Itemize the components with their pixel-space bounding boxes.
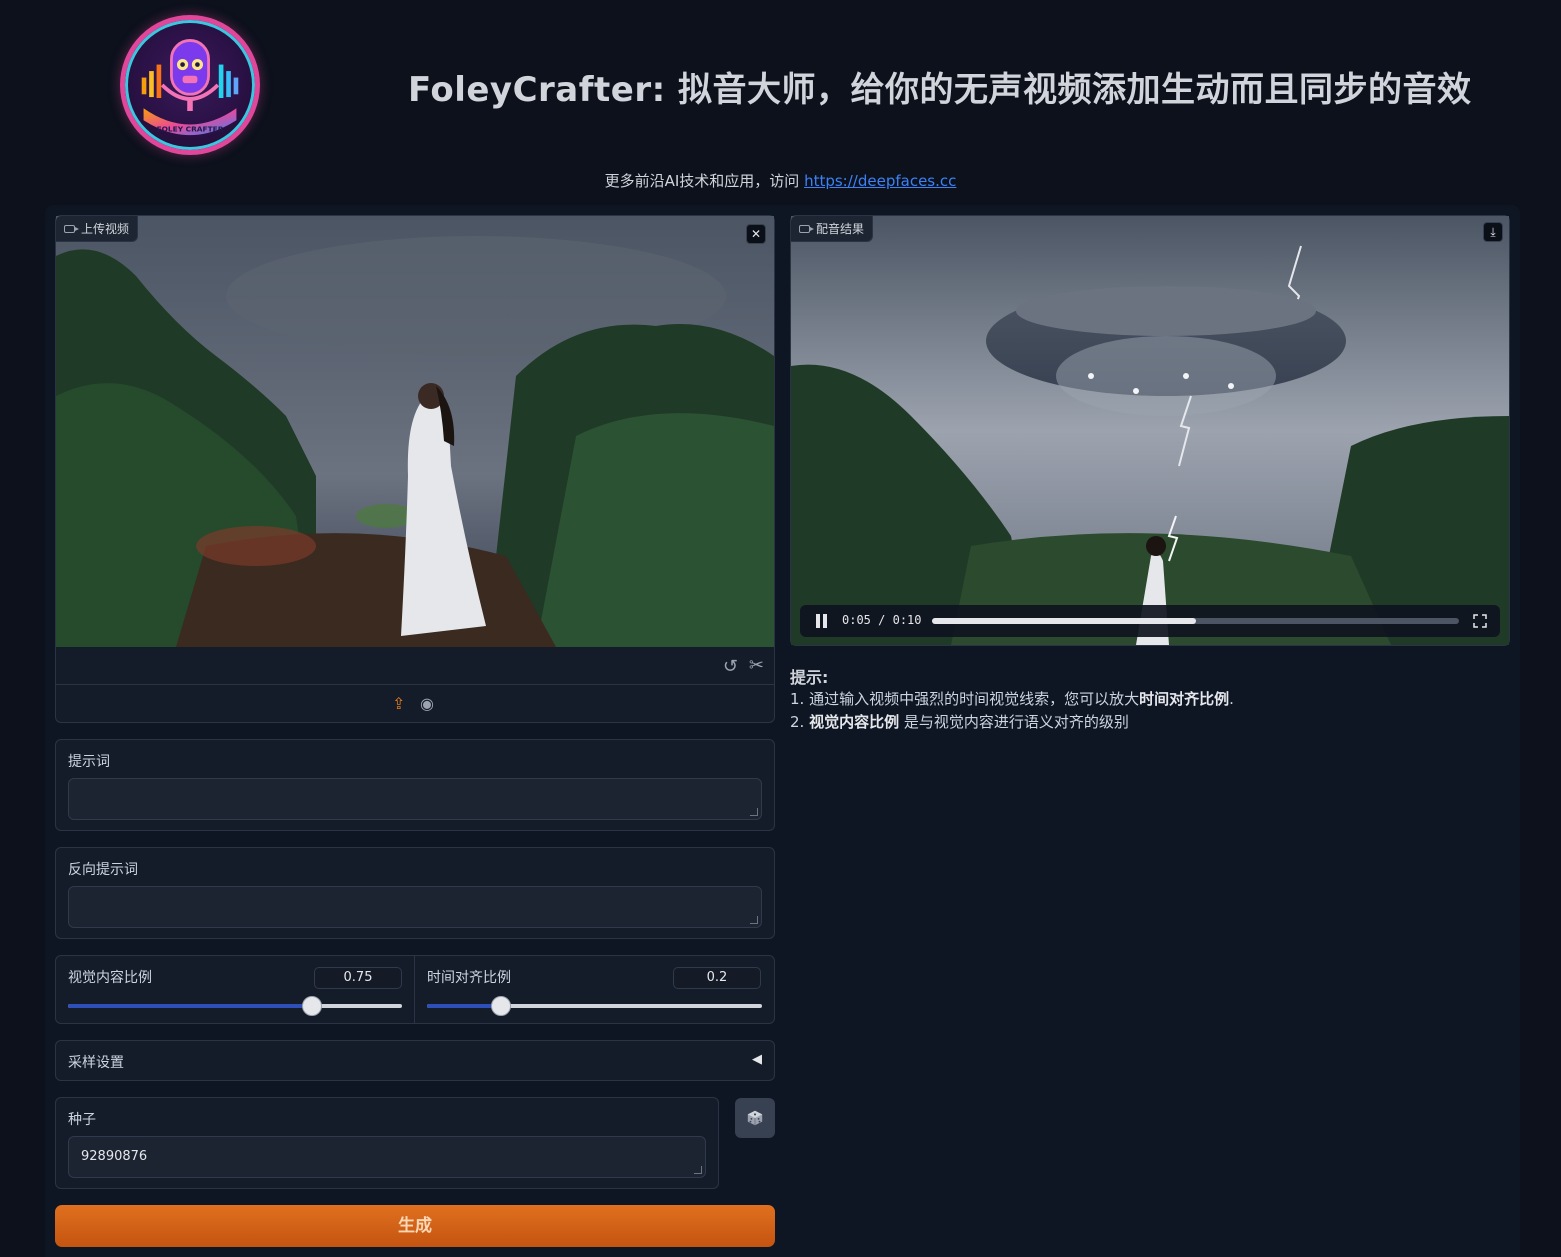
- progress-bar[interactable]: [932, 618, 1459, 624]
- tip-1-bold: 时间对齐比例: [1139, 690, 1230, 708]
- upload-video-panel[interactable]: 上传视频 ✕ ↺ ✂ ⇪ ◉: [55, 215, 775, 723]
- tip-2-bold: 视觉内容比例: [809, 713, 900, 731]
- video-camera-icon: [64, 224, 79, 233]
- temporal-scale-value[interactable]: 0.2: [673, 967, 761, 989]
- negative-prompt-input[interactable]: [68, 886, 762, 928]
- seed-input[interactable]: 92890876: [68, 1136, 706, 1178]
- tip-2-prefix: 2.: [790, 713, 810, 731]
- tip-1-suffix: .: [1229, 690, 1234, 708]
- subtitle-text: 更多前沿AI技术和应用，访问: [604, 172, 800, 190]
- upload-video-label: 上传视频: [81, 222, 130, 236]
- time-separator: /: [878, 613, 886, 627]
- result-video-label: 配音结果: [816, 222, 865, 236]
- seed-panel: 种子 92890876: [55, 1097, 719, 1189]
- dice-icon: [747, 1110, 763, 1126]
- tips-title: 提示:: [790, 668, 829, 687]
- visual-slider-group: 视觉内容比例 0.75: [56, 956, 415, 1023]
- webcam-icon[interactable]: ◉: [420, 694, 434, 713]
- sampling-settings-label: 采样设置: [68, 1055, 124, 1071]
- tip-1-text: 1. 通过输入视频中强烈的时间视觉线索，您可以放大: [790, 690, 1140, 708]
- temporal-scale-label: 时间对齐比例: [427, 970, 511, 986]
- prompt-input[interactable]: [68, 778, 762, 820]
- dice-button[interactable]: [735, 1098, 775, 1138]
- uploaded-video-frame[interactable]: [56, 216, 774, 647]
- visual-scale-label: 视觉内容比例: [68, 970, 152, 986]
- result-video-panel[interactable]: 配音结果 ⤓: [790, 215, 1510, 646]
- close-icon[interactable]: ✕: [746, 224, 766, 244]
- undo-icon[interactable]: ↺: [723, 656, 738, 677]
- time-display: 0:05 / 0:10: [842, 613, 922, 627]
- fullscreen-icon[interactable]: [1473, 614, 1487, 628]
- visual-scale-value[interactable]: 0.75: [314, 967, 402, 989]
- result-video-badge: 配音结果: [791, 216, 874, 242]
- tip-item-1: 1. 通过输入视频中强烈的时间视觉线索，您可以放大时间对齐比例.: [790, 688, 1234, 709]
- visual-scale-slider[interactable]: [68, 996, 402, 1016]
- temporal-slider-group: 时间对齐比例 0.2: [415, 956, 774, 1023]
- deepfaces-link[interactable]: https://deepfaces.cc: [804, 172, 956, 190]
- negative-prompt-label: 反向提示词: [68, 862, 138, 878]
- generate-button[interactable]: 生成: [55, 1205, 775, 1247]
- result-video-frame[interactable]: [791, 216, 1509, 645]
- logo-text: FOLEY CRAFTER: [157, 124, 224, 133]
- download-icon[interactable]: ⤓: [1483, 222, 1503, 242]
- video-toolbar: ↺ ✂: [56, 647, 774, 685]
- tip-2-text: 是与视觉内容进行语义对齐的级别: [899, 713, 1129, 731]
- upload-video-badge: 上传视频: [56, 216, 139, 242]
- visual-scale-fill: [68, 1004, 312, 1008]
- progress-fill: [932, 618, 1196, 624]
- foley-crafter-logo: FOLEY CRAFTER: [120, 15, 260, 155]
- resize-handle[interactable]: [750, 808, 758, 816]
- duration: 0:10: [892, 613, 922, 627]
- sampling-settings-accordion[interactable]: 采样设置 ◀: [55, 1040, 775, 1081]
- negative-prompt-panel: 反向提示词: [55, 847, 775, 939]
- current-time: 0:05: [842, 613, 871, 627]
- source-toolbar: ⇪ ◉: [56, 686, 774, 722]
- seed-label: 种子: [68, 1112, 96, 1128]
- upload-icon[interactable]: ⇪: [392, 694, 405, 713]
- temporal-scale-slider[interactable]: [427, 996, 762, 1016]
- video-camera-icon: [799, 224, 814, 233]
- scissors-icon[interactable]: ✂: [749, 655, 764, 676]
- resize-handle[interactable]: [694, 1166, 702, 1174]
- temporal-scale-fill: [427, 1004, 501, 1008]
- tip-item-2: 2. 视觉内容比例 是与视觉内容进行语义对齐的级别: [790, 711, 1129, 732]
- pause-icon[interactable]: [816, 614, 828, 628]
- collapse-arrow-icon[interactable]: ◀: [752, 1052, 762, 1067]
- page-title: FoleyCrafter: 拟音大师，给你的无声视频添加生动而且同步的音效: [408, 70, 1472, 110]
- video-player-controls: 0:05 / 0:10: [800, 605, 1500, 637]
- visual-scale-thumb[interactable]: [301, 996, 322, 1016]
- resize-handle[interactable]: [750, 916, 758, 924]
- prompt-label: 提示词: [68, 754, 110, 770]
- temporal-scale-thumb[interactable]: [490, 996, 511, 1016]
- sliders-panel: 视觉内容比例 0.75 时间对齐比例 0.2: [55, 955, 775, 1024]
- subtitle: 更多前沿AI技术和应用，访问 https://deepfaces.cc: [0, 170, 1561, 191]
- prompt-panel: 提示词: [55, 739, 775, 831]
